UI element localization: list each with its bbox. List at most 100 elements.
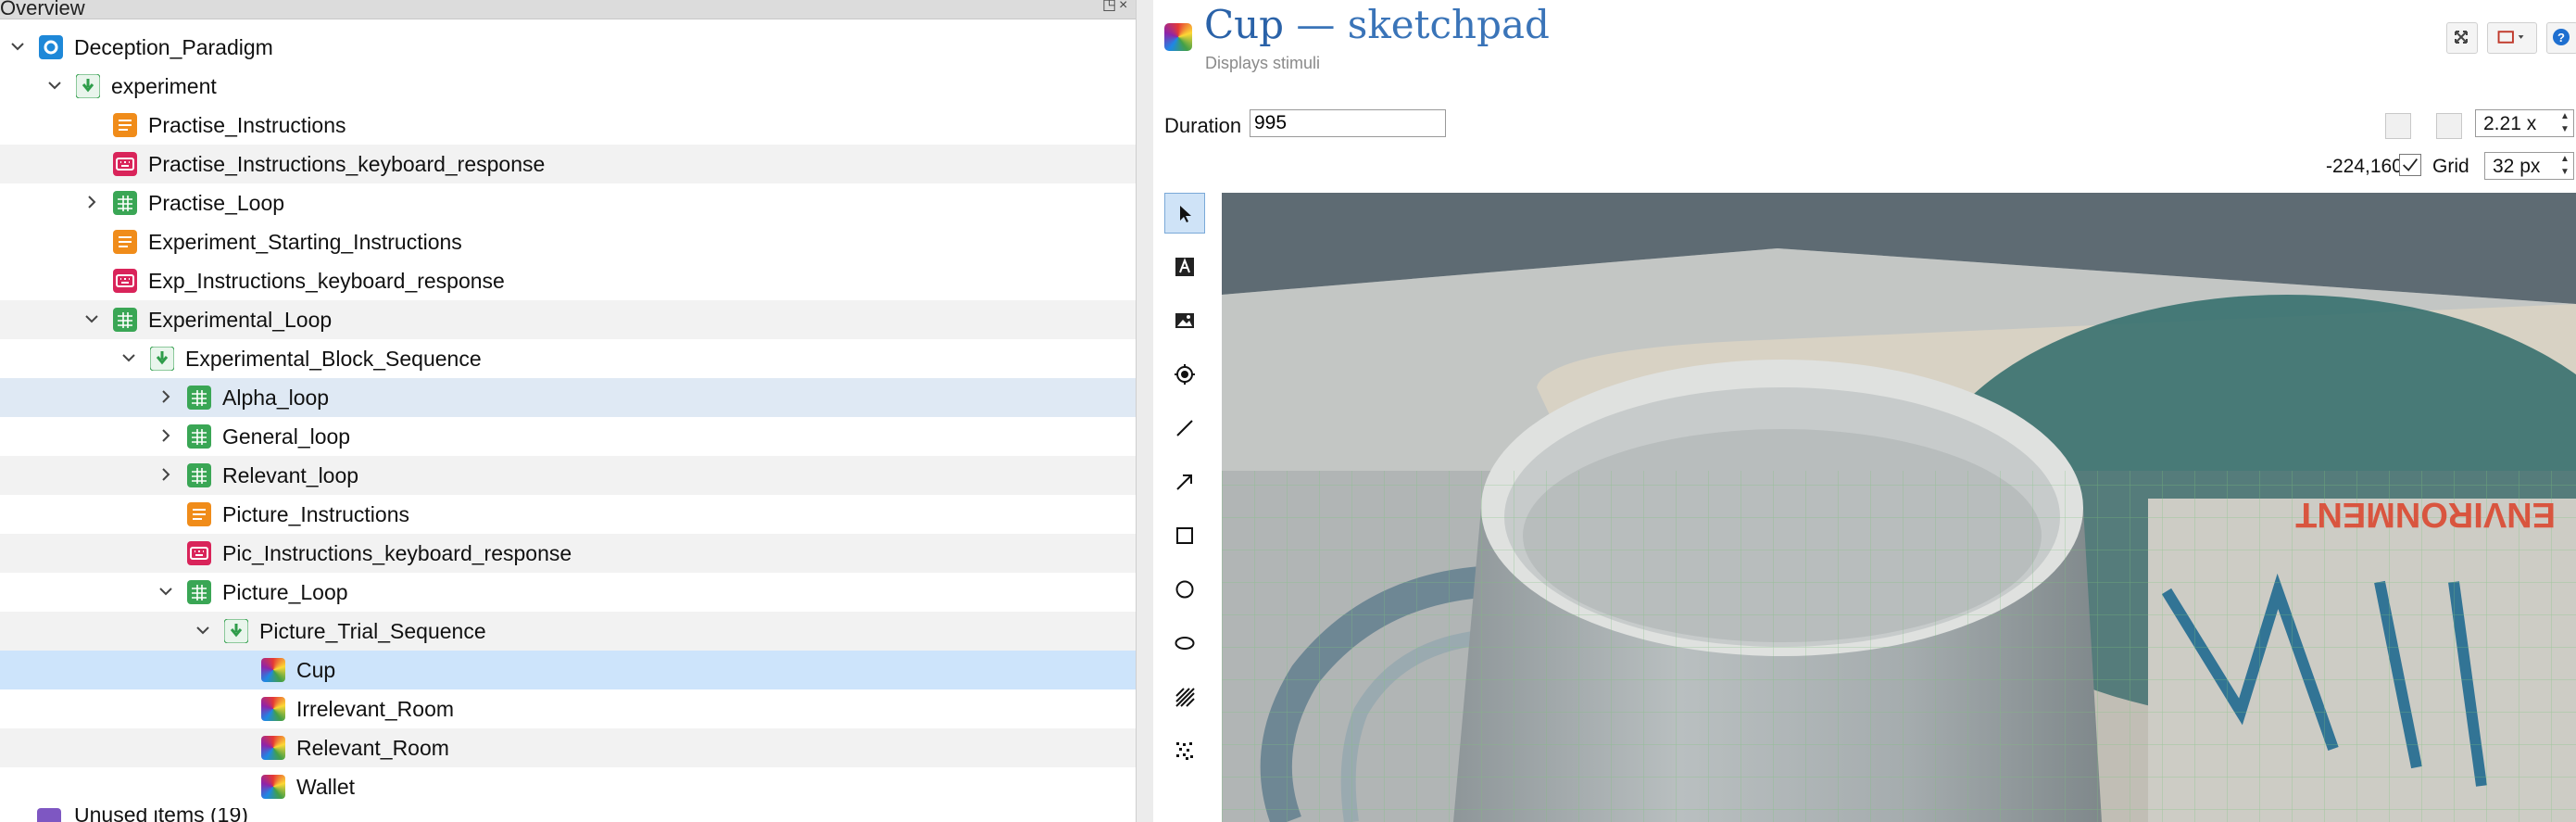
cursor-coordinates: -224,160: [2326, 156, 2403, 177]
loop-icon: [113, 308, 137, 332]
text-tool[interactable]: [1164, 247, 1205, 287]
tree-row[interactable]: Experiment_Starting_Instructions: [0, 222, 1136, 261]
select-tool[interactable]: [1164, 193, 1205, 234]
tree-row[interactable]: Pic_Instructions_keyboard_response: [0, 534, 1136, 573]
chevron-down-icon[interactable]: [193, 620, 213, 640]
checkmark-icon: [2403, 158, 2419, 171]
reset-view-icon[interactable]: [2385, 113, 2411, 139]
item-description[interactable]: Displays stimuli: [1205, 54, 1320, 73]
tree-row[interactable]: Practise_Instructions_keyboard_response: [0, 145, 1136, 183]
grid-checkbox[interactable]: [2399, 154, 2421, 176]
maximize-icon: [2455, 31, 2468, 44]
tree-row[interactable]: Relevant_Room: [0, 728, 1136, 767]
fixdot-tool[interactable]: [1164, 354, 1205, 395]
view-menu-button[interactable]: [2487, 22, 2537, 54]
rect-tool[interactable]: [1164, 515, 1205, 556]
chevron-right-icon[interactable]: [156, 386, 176, 407]
unused-items-label: Unused items (19): [74, 808, 248, 822]
arrow-icon: [1176, 474, 1192, 490]
tree-item-label: Picture_Instructions: [222, 502, 409, 526]
noise-icon: [1176, 742, 1193, 760]
tree-row[interactable]: Experimental_Loop: [0, 300, 1136, 339]
gabor-tool[interactable]: [1164, 677, 1205, 717]
chevron-down-icon[interactable]: [82, 309, 102, 329]
text-icon: [1175, 258, 1194, 276]
ellipse-icon: [1175, 637, 1195, 650]
form-text-icon: [113, 113, 137, 137]
image-tool[interactable]: [1164, 300, 1205, 341]
tree-row[interactable]: Experimental_Block_Sequence: [0, 339, 1136, 378]
loop-icon: [113, 191, 137, 215]
help-button[interactable]: ?: [2546, 22, 2576, 54]
sketchpad-icon: [261, 736, 285, 760]
tree-row[interactable]: Wallet: [0, 767, 1136, 806]
circle-tool[interactable]: [1164, 569, 1205, 610]
tree-item-label: Experimental_Loop: [148, 308, 333, 332]
tree-item-label: Cup: [296, 658, 336, 682]
ellipse-tool[interactable]: [1164, 623, 1205, 664]
item-name[interactable]: Cup: [1204, 2, 1284, 47]
show-origin-icon[interactable]: [2436, 113, 2462, 139]
tree-item-label: Exp_Instructions_keyboard_response: [148, 269, 505, 293]
tree-row[interactable]: Picture_Loop: [0, 573, 1136, 612]
tree-row[interactable]: Exp_Instructions_keyboard_response: [0, 261, 1136, 300]
tree-row[interactable]: Practise_Instructions: [0, 106, 1136, 145]
tree-row[interactable]: Relevant_loop: [0, 456, 1136, 495]
loop-icon: [187, 463, 211, 487]
noise-tool[interactable]: [1164, 730, 1205, 771]
unused-items-row[interactable]: Unused items (19): [0, 808, 1136, 822]
maximize-button[interactable]: [2446, 22, 2478, 54]
tree-row[interactable]: Irrelevant_Room: [0, 689, 1136, 728]
grid-size-value: 32 px: [2493, 156, 2541, 177]
overview-title: Overview: [0, 0, 85, 19]
circle-icon: [1175, 580, 1194, 599]
spin-arrows-icon[interactable]: ▲ ▼: [2558, 110, 2571, 136]
image-icon: [1175, 313, 1194, 328]
item-title[interactable]: Cup — sketchpad: [1204, 2, 1550, 47]
chevron-right-icon[interactable]: [156, 425, 176, 446]
loop-icon: [187, 424, 211, 449]
tree-item-label: Practise_Instructions: [148, 113, 346, 137]
tree-item-label: Picture_Trial_Sequence: [259, 619, 486, 643]
chevron-right-icon[interactable]: [156, 464, 176, 485]
tree-item-label: Irrelevant_Room: [296, 697, 455, 721]
arrow-tool[interactable]: [1164, 462, 1205, 502]
chevron-down-icon[interactable]: [119, 348, 139, 368]
float-panel-icon[interactable]: ◳: [1102, 0, 1116, 15]
tree-item-label: Practise_Loop: [148, 191, 285, 215]
tree-row[interactable]: Picture_Trial_Sequence: [0, 612, 1136, 651]
duration-input[interactable]: [1250, 109, 1446, 137]
grid-size-spinbox[interactable]: 32 px ▲ ▼: [2484, 152, 2574, 180]
tree-row[interactable]: Cup: [0, 651, 1136, 689]
tree-row[interactable]: General_loop: [0, 417, 1136, 456]
sketchpad-icon: [261, 697, 285, 721]
duration-label: Duration: [1164, 114, 1242, 137]
sketchpad-icon: [261, 658, 285, 682]
form-text-icon: [113, 230, 137, 254]
experiment-root-icon: [39, 35, 63, 59]
loop-icon: [187, 580, 211, 604]
tree-item-label: Wallet: [296, 775, 356, 799]
chevron-down-icon[interactable]: [44, 75, 65, 95]
tree-row[interactable]: Practise_Loop: [0, 183, 1136, 222]
spin-arrows-icon[interactable]: ▲ ▼: [2558, 153, 2571, 179]
tree-item-label: Practise_Instructions_keyboard_response: [148, 152, 546, 176]
tree-row[interactable]: Picture_Instructions: [0, 495, 1136, 534]
tree-row[interactable]: Alpha_loop: [0, 378, 1136, 417]
line-tool[interactable]: [1164, 408, 1205, 449]
tree-item-label: Experiment_Starting_Instructions: [148, 230, 462, 254]
tree-row[interactable]: Deception_Paradigm: [0, 28, 1136, 67]
cup-photo: ENVIRONMENT: [1222, 193, 2576, 822]
tree-item-label: Relevant_loop: [222, 463, 359, 487]
chevron-down-icon[interactable]: [7, 36, 28, 57]
keyboard-icon: [187, 541, 211, 565]
splitter[interactable]: [1136, 0, 1154, 822]
zoom-spinbox[interactable]: 2.21 x ▲ ▼: [2475, 109, 2574, 137]
tree-item-label: Pic_Instructions_keyboard_response: [222, 541, 572, 565]
chevron-down-icon[interactable]: [156, 581, 176, 601]
fixdot-icon: [1175, 364, 1195, 385]
tree-row[interactable]: experiment: [0, 67, 1136, 106]
close-panel-icon[interactable]: ×: [1119, 0, 1127, 15]
sketchpad-canvas[interactable]: ENVIRONMENT: [1222, 193, 2576, 822]
chevron-right-icon[interactable]: [82, 192, 102, 212]
